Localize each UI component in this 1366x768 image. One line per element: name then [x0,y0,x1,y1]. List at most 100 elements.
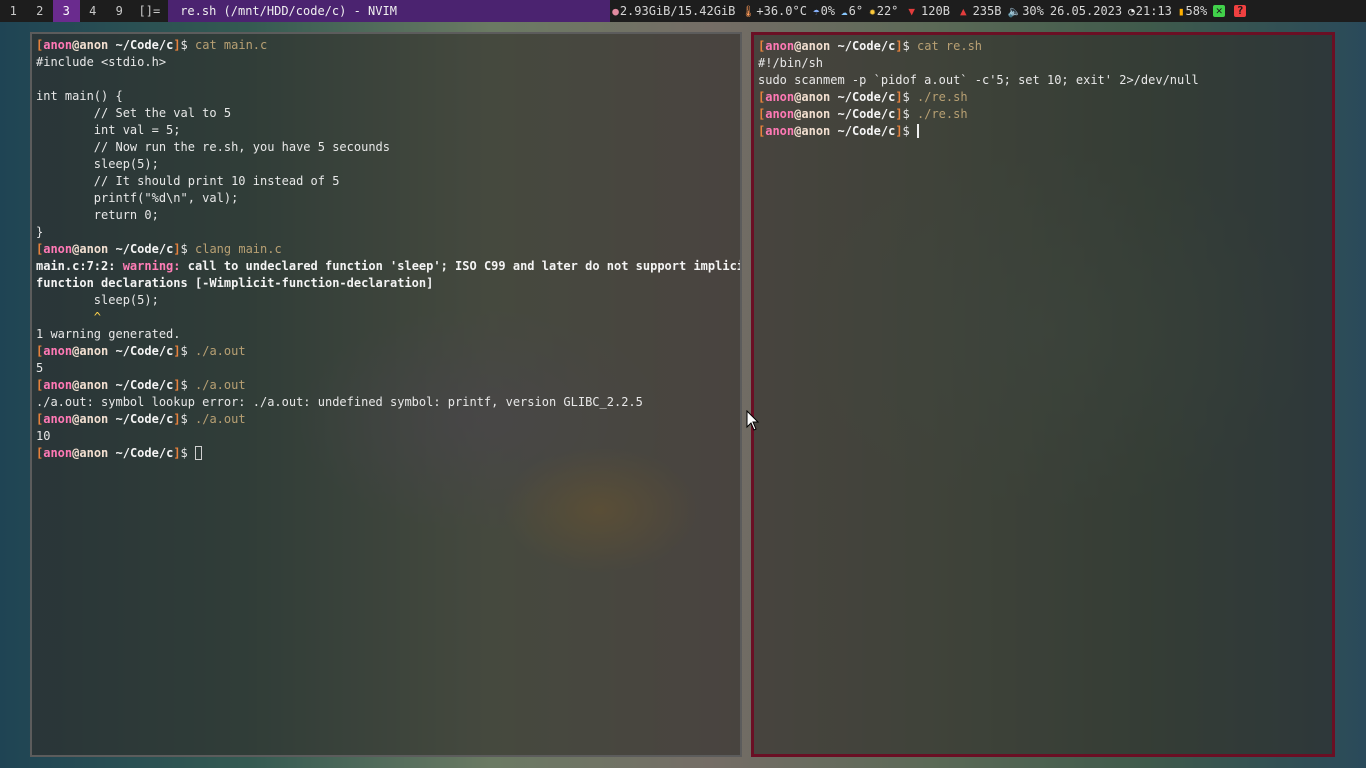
output-text: // Now run the re.sh, you have 5 secound… [36,140,391,154]
workspace-tag-1[interactable]: 1 [0,0,27,22]
status-blocks: ● 2.93GiB/15.42GiB 🌡 +36.0°C ☂ 0% ☁ 6° ✹… [610,0,1247,22]
prompt-path: ~/Code/c [108,446,174,460]
prompt-host: anon [79,242,109,256]
output-line: int main() { [36,88,736,105]
output-line: #!/bin/sh [758,55,1328,72]
prompt-line: [anon@anon ~/Code/c]$ ./re.sh [758,89,1328,106]
command-text: ./re.sh [917,107,968,121]
output-line: sleep(5); [36,156,736,173]
prompt-path: ~/Code/c [108,38,174,52]
prompt-bracket: ] [895,39,903,53]
prompt-user: anon [43,344,73,358]
workspace-tag-3[interactable]: 3 [53,0,80,22]
date-block: 26.05.2023 [1050,4,1122,18]
rain-block: ☂ 0% [813,4,835,18]
output-line: 5 [36,360,736,377]
prompt-host: anon [79,378,109,392]
prompt-bracket: ] [173,242,181,256]
output-text: #include <stdio.h> [36,55,167,69]
layout-indicator[interactable]: []= [133,4,169,18]
memory-block: ● 2.93GiB/15.42GiB [612,4,735,18]
warning-message: call to undeclared function 'sleep'; ISO… [187,259,742,273]
output-text: return 0; [36,208,159,222]
prompt-dollar: $ [902,124,917,138]
output-text: 10 [36,429,51,443]
rain-chance: 0% [820,4,836,18]
top-status-bar: 1 2 3 4 9 []= re.sh (/mnt/HDD/code/c) - … [0,0,1366,22]
output-line: } [36,224,736,241]
close-block[interactable]: ✕ [1213,5,1226,17]
compiler-warning-line: function declarations [-Wimplicit-functi… [36,275,736,292]
output-line: int val = 5; [36,122,736,139]
prompt-host: anon [801,90,831,104]
output-line: sleep(5); [36,292,736,309]
prompt-host: anon [79,344,109,358]
sun-block: ✹ 22° [869,4,898,18]
prompt-bracket: ] [895,124,903,138]
rain-icon: ☂ [812,4,820,18]
prompt-dollar: $ [902,39,917,53]
output-line: #include <stdio.h> [36,54,736,71]
command-text: cat re.sh [917,39,983,53]
output-text: #!/bin/sh [758,56,824,70]
net-up-value: 235B [972,4,1002,18]
close-icon[interactable]: ✕ [1213,5,1226,17]
workspace-tag-4[interactable]: 4 [80,0,107,22]
prompt-line: [anon@anon ~/Code/c]$ cat re.sh [758,38,1328,55]
date-value: 26.05.2023 [1049,4,1123,18]
terminal-right[interactable]: [anon@anon ~/Code/c]$ cat re.sh #!/bin/sh… [751,32,1335,757]
prompt-bracket: ] [895,107,903,121]
output-line: // Set the val to 5 [36,105,736,122]
net-up-block: ▲ 235B [960,4,1002,18]
prompt-line: [anon@anon ~/Code/c]$ cat main.c [36,37,736,54]
warning-caret: ^ [36,310,102,324]
output-line: sudo scanmem -p `pidof a.out` -c'5; set … [758,72,1328,89]
prompt-host: anon [801,39,831,53]
prompt-user: anon [765,39,795,53]
workspace-tag-9[interactable]: 9 [106,0,133,22]
output-text: printf("%d\n", val); [36,191,239,205]
output-text: ./a.out: symbol lookup error: ./a.out: u… [36,395,643,409]
output-text: sleep(5); [36,293,159,307]
prompt-dollar: $ [180,446,195,460]
compiler-warning-line: main.c:7:2: warning: call to undeclared … [36,258,740,275]
output-text: int main() { [36,89,123,103]
volume-block[interactable]: 🔈 30% [1007,4,1043,18]
prompt-line: [anon@anon ~/Code/c]$ ./a.out [36,343,736,360]
prompt-user: anon [765,90,795,104]
time-value: 21:13 [1135,4,1172,18]
output-text: sleep(5); [36,157,159,171]
output-text: sudo scanmem -p `pidof a.out` -c'5; set … [758,73,1199,87]
prompt-bracket: ] [173,38,181,52]
warning-message: function declarations [-Wimplicit-functi… [36,276,434,290]
workspace-tag-2[interactable]: 2 [27,0,54,22]
sun-icon: ✹ [869,4,876,18]
wifi-block[interactable]: ▮ 58% [1178,4,1207,18]
prompt-host: anon [79,446,109,460]
weather-temp: 6° [848,4,864,18]
help-block[interactable]: ? [1234,5,1247,17]
prompt-host: anon [801,124,831,138]
output-line: return 0; [36,207,736,224]
prompt-dollar: $ [180,378,195,392]
output-line: ./a.out: symbol lookup error: ./a.out: u… [36,394,736,411]
prompt-line: [anon@anon ~/Code/c]$ ./a.out [36,411,736,428]
output-text: 1 warning generated. [36,327,181,341]
warning-location: main.c:7:2: [36,259,123,273]
thermometer-icon: 🌡 [741,4,756,18]
prompt-dollar: $ [180,38,195,52]
output-text: // Set the val to 5 [36,106,232,120]
prompt-dollar: $ [902,107,917,121]
terminal-cursor [917,124,919,138]
prompt-path: ~/Code/c [108,412,174,426]
clock-block: ◔ 21:13 [1128,4,1172,18]
output-text: } [36,225,44,239]
prompt-line: [anon@anon ~/Code/c]$ [36,445,736,462]
prompt-user: anon [765,107,795,121]
terminal-left[interactable]: [anon@anon ~/Code/c]$ cat main.c #include… [30,32,742,757]
arrow-down-icon: ▼ [908,4,916,18]
help-icon[interactable]: ? [1234,5,1247,17]
command-text: ./a.out [195,378,246,392]
terminal-cursor [195,446,202,460]
prompt-host: anon [801,107,831,121]
